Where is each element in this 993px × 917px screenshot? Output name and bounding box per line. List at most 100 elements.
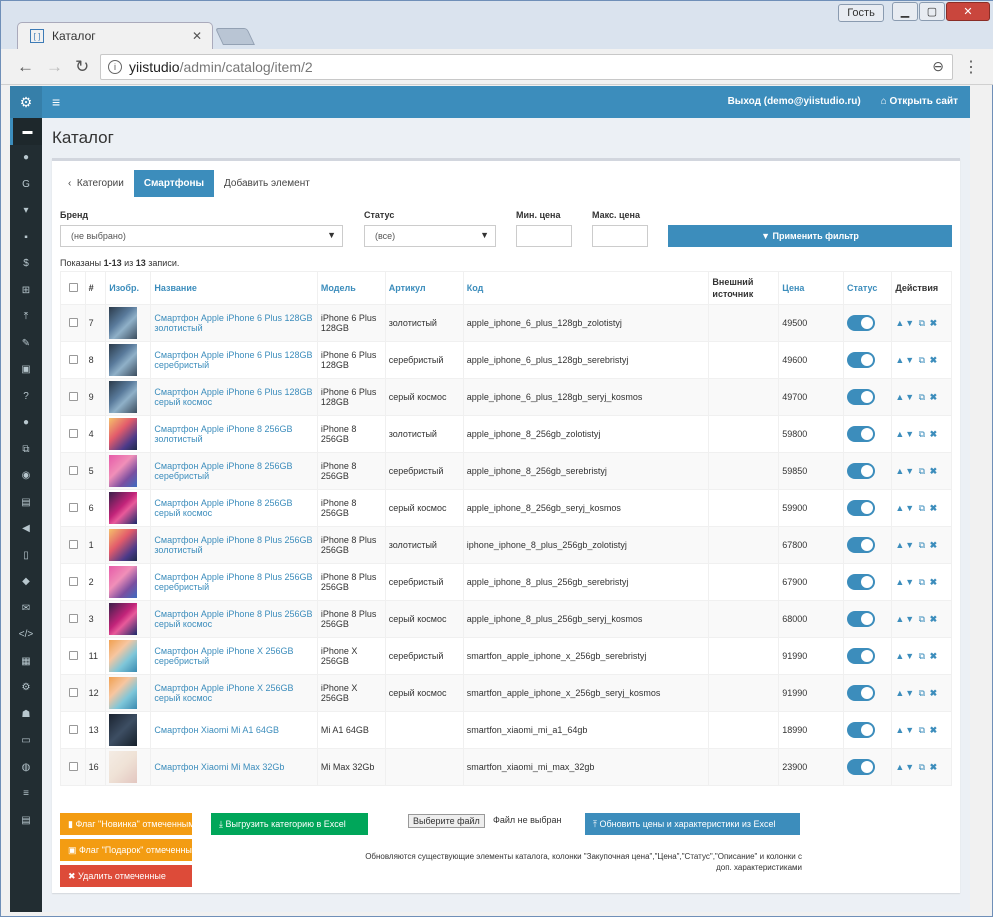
maximize-button[interactable]: ▢ xyxy=(919,2,945,21)
move-down-icon[interactable]: ▼ xyxy=(905,762,915,772)
move-down-icon[interactable]: ▼ xyxy=(905,466,915,476)
move-down-icon[interactable]: ▼ xyxy=(905,688,915,698)
delete-icon[interactable]: ✖ xyxy=(930,429,939,439)
chat-icon[interactable]: ● xyxy=(10,410,42,437)
product-thumbnail[interactable] xyxy=(109,751,138,783)
drive-icon[interactable]: ▭ xyxy=(10,728,42,755)
status-toggle[interactable] xyxy=(847,611,876,627)
tab-categories[interactable]: ‹ Категории xyxy=(58,170,134,197)
move-down-icon[interactable]: ▼ xyxy=(905,429,915,439)
row-checkbox[interactable] xyxy=(69,613,78,623)
url-input[interactable]: i yiistudio/admin/catalog/item/2 ⊖ xyxy=(100,54,953,80)
code-header[interactable]: Код xyxy=(462,271,710,305)
brand-select[interactable]: (не выбрано) ▼ xyxy=(60,225,343,247)
row-name-link[interactable]: Смартфон Xiaomi Mi A1 64GB xyxy=(150,711,318,749)
row-name-link[interactable]: Смартфон Apple iPhone 8 256GB серебристы… xyxy=(150,452,318,490)
row-name-link[interactable]: Смартфон Apple iPhone 8 Plus 256GB золот… xyxy=(150,526,318,564)
delete-icon[interactable]: ✖ xyxy=(930,614,939,624)
upload-icon[interactable]: ⤒ xyxy=(10,304,42,331)
move-down-icon[interactable]: ▼ xyxy=(905,392,915,402)
move-up-icon[interactable]: ▲ xyxy=(895,688,905,698)
copy-icon[interactable]: ⧉ xyxy=(919,392,926,402)
delete-icon[interactable]: ✖ xyxy=(930,503,939,513)
copy-icon[interactable]: ⧉ xyxy=(10,436,42,463)
delete-icon[interactable]: ✖ xyxy=(930,392,939,402)
max-price-input[interactable] xyxy=(592,225,648,247)
article-header[interactable]: Артикул xyxy=(384,271,464,305)
copy-icon[interactable]: ⧉ xyxy=(919,503,926,513)
row-checkbox[interactable] xyxy=(69,502,78,512)
row-checkbox[interactable] xyxy=(69,761,78,771)
pencil-icon[interactable]: ✎ xyxy=(10,330,42,357)
export-excel-button[interactable]: ⤓ Выгрузить категорию в Excel xyxy=(211,813,368,835)
row-name-link[interactable]: Смартфон Apple iPhone 6 Plus 128GB сереб… xyxy=(150,341,318,379)
row-checkbox[interactable] xyxy=(69,428,78,438)
open-site-link[interactable]: ⌂ Открыть сайт xyxy=(881,96,958,107)
flag-gift-button[interactable]: ▣ Флаг "Подарок" отмеченным xyxy=(60,839,192,861)
envelope-icon[interactable]: ✉ xyxy=(10,595,42,622)
move-up-icon[interactable]: ▲ xyxy=(895,762,905,772)
image-icon[interactable]: ▣ xyxy=(10,357,42,384)
dashboard-icon[interactable]: ▬ xyxy=(10,118,42,145)
copy-icon[interactable]: ⧉ xyxy=(919,614,926,624)
select-all-checkbox[interactable] xyxy=(69,282,78,292)
status-toggle[interactable] xyxy=(847,648,876,664)
cogs-icon[interactable]: ⚙ xyxy=(10,86,42,118)
camera-icon[interactable]: ◉ xyxy=(10,463,42,490)
move-up-icon[interactable]: ▲ xyxy=(895,577,905,587)
tags-icon[interactable]: ◆ xyxy=(10,569,42,596)
status-toggle[interactable] xyxy=(847,722,876,738)
model-header[interactable]: Модель xyxy=(316,271,386,305)
globe-icon[interactable]: ◍ xyxy=(10,754,42,781)
copy-icon[interactable]: ⧉ xyxy=(919,318,926,328)
sitemap-icon[interactable]: ⊞ xyxy=(10,277,42,304)
delete-icon[interactable]: ✖ xyxy=(930,688,939,698)
product-thumbnail[interactable] xyxy=(109,677,138,709)
delete-icon[interactable]: ✖ xyxy=(930,651,939,661)
gear-icon[interactable]: ⚙ xyxy=(10,675,42,702)
move-up-icon[interactable]: ▲ xyxy=(895,540,905,550)
product-thumbnail[interactable] xyxy=(109,418,138,450)
status-header[interactable]: Статус xyxy=(843,271,893,305)
product-thumbnail[interactable] xyxy=(109,381,138,413)
row-name-link[interactable]: Смартфон Apple iPhone X 256GB серый косм… xyxy=(150,674,318,712)
move-down-icon[interactable]: ▼ xyxy=(905,614,915,624)
file-icon[interactable]: ▯ xyxy=(10,542,42,569)
row-checkbox[interactable] xyxy=(69,354,78,364)
delete-icon[interactable]: ✖ xyxy=(930,466,939,476)
zoom-icon[interactable]: ⊖ xyxy=(932,58,944,75)
product-thumbnail[interactable] xyxy=(109,529,138,561)
move-down-icon[interactable]: ▼ xyxy=(905,540,915,550)
status-toggle[interactable] xyxy=(847,574,876,590)
back-icon[interactable]: ← xyxy=(17,57,34,77)
flag-new-button[interactable]: ▮ Флаг "Новинка" отмеченным xyxy=(60,813,192,835)
status-select[interactable]: (все) ▼ xyxy=(364,225,496,247)
delete-icon[interactable]: ✖ xyxy=(930,725,939,735)
update-from-excel-button[interactable]: ⤒ Обновить цены и характеристики из Exce… xyxy=(585,813,800,835)
move-up-icon[interactable]: ▲ xyxy=(895,466,905,476)
move-down-icon[interactable]: ▼ xyxy=(905,318,915,328)
row-name-link[interactable]: Смартфон Apple iPhone 8 Plus 256GB сереб… xyxy=(150,563,318,601)
new-tab-button[interactable] xyxy=(215,28,255,45)
name-header[interactable]: Название xyxy=(150,271,318,305)
status-toggle[interactable] xyxy=(847,759,876,775)
product-thumbnail[interactable] xyxy=(109,455,138,487)
move-up-icon[interactable]: ▲ xyxy=(895,318,905,328)
row-checkbox[interactable] xyxy=(69,687,78,697)
copy-icon[interactable]: ⧉ xyxy=(919,466,926,476)
info-icon[interactable]: i xyxy=(108,60,122,74)
move-up-icon[interactable]: ▲ xyxy=(895,614,905,624)
minimize-button[interactable]: ▁ xyxy=(892,2,918,21)
tab-add-item[interactable]: Добавить элемент xyxy=(214,170,320,197)
min-price-input[interactable] xyxy=(516,225,572,247)
copy-icon[interactable]: ⧉ xyxy=(919,429,926,439)
row-name-link[interactable]: Смартфон Xiaomi Mi Max 32Gb xyxy=(150,748,318,786)
status-toggle[interactable] xyxy=(847,426,876,442)
close-window-button[interactable]: ✕ xyxy=(946,2,990,21)
users-icon[interactable]: ☗ xyxy=(10,701,42,728)
product-thumbnail[interactable] xyxy=(109,603,138,635)
code-icon[interactable]: </> xyxy=(10,622,42,649)
copy-icon[interactable]: ⧉ xyxy=(919,577,926,587)
copy-icon[interactable]: ⧉ xyxy=(919,540,926,550)
delete-icon[interactable]: ✖ xyxy=(930,577,939,587)
